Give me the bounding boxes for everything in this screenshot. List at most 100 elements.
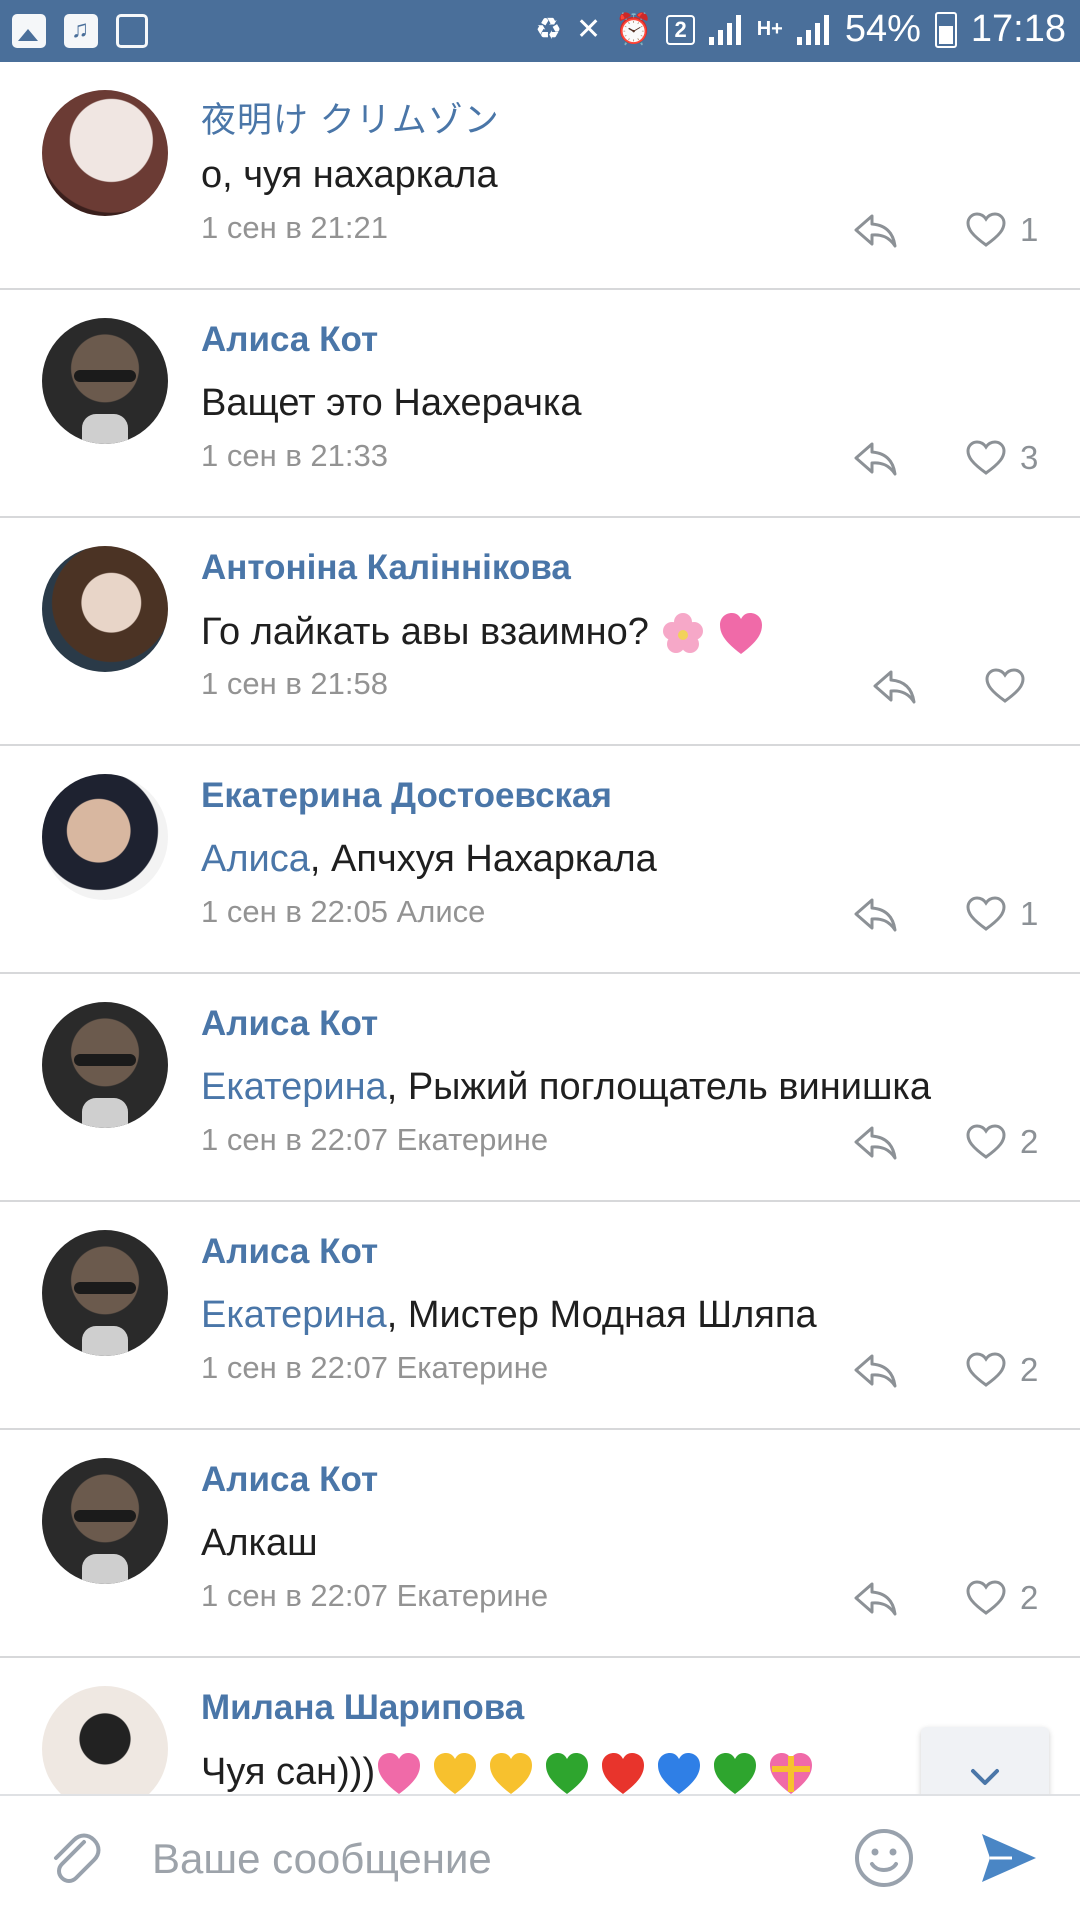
screen-record-icon — [116, 14, 148, 48]
comment-item: Екатерина Достоевская Алиса, Апчхуя Наха… — [0, 746, 1080, 974]
comment-text-body: , Мистер Модная Шляпа — [386, 1294, 817, 1336]
comment-item: Милана Шарипова Чуя сан))) — [0, 1658, 1080, 1794]
heart-icon — [966, 1580, 1006, 1615]
reply-icon[interactable] — [871, 666, 917, 706]
comment-item: Алиса Кот Екатерина, Мистер Модная Шляпа… — [0, 1202, 1080, 1430]
author-name[interactable]: Алиса Кот — [201, 1460, 378, 1500]
like-button[interactable]: 2 — [966, 1120, 1038, 1164]
clock: 17:18 — [970, 8, 1066, 50]
comment-date: 1 сен в 22:07 Екатерине — [201, 1350, 549, 1385]
avatar[interactable] — [42, 1230, 168, 1356]
avatar[interactable] — [42, 318, 168, 444]
comment-date: 1 сен в 21:33 — [201, 438, 388, 473]
comment-text: Екатерина, Мистер Модная Шляпа — [201, 1294, 817, 1337]
like-button[interactable] — [985, 664, 1039, 708]
like-button[interactable]: 1 — [966, 892, 1038, 936]
comment-text: Го лайкать авы взаимно? — [201, 610, 775, 658]
status-bar: ♻ ✕ ⏰ 2 H+ 54% 17:18 — [0, 0, 1080, 62]
reply-icon[interactable] — [852, 1122, 898, 1162]
heart-emoji — [378, 1753, 421, 1794]
heart-emoji — [546, 1753, 589, 1794]
comment-text-body: Го лайкать авы взаимно? — [201, 611, 649, 654]
music-icon — [64, 14, 98, 48]
gift-heart-emoji — [770, 1753, 813, 1794]
heart-icon — [985, 668, 1025, 703]
comment-text-body: Чуя сан))) — [201, 1751, 376, 1794]
comment-item: Алиса Кот Екатерина, Рыжий поглощатель в… — [0, 974, 1080, 1202]
blossom-emoji — [663, 613, 704, 653]
avatar[interactable] — [42, 546, 168, 672]
author-name[interactable]: Алиса Кот — [201, 320, 378, 360]
like-button[interactable]: 2 — [966, 1348, 1038, 1392]
avatar[interactable] — [42, 90, 168, 216]
comment-text: о, чуя нахаркала — [201, 154, 498, 196]
avatar[interactable] — [42, 1002, 168, 1128]
like-button[interactable]: 3 — [966, 436, 1038, 480]
reply-icon[interactable] — [852, 210, 898, 250]
battery-icon — [934, 11, 957, 48]
heart-emoji — [602, 1753, 645, 1794]
battery-percent: 54% — [844, 8, 921, 50]
comment-date: 1 сен в 22:07 Екатерине — [201, 1578, 549, 1613]
comment-text: Чуя сан))) — [201, 1750, 823, 1794]
comment-date: 1 сен в 22:07 Екатерине — [201, 1122, 549, 1157]
reply-icon[interactable] — [852, 1578, 898, 1618]
reply-icon[interactable] — [852, 1350, 898, 1390]
author-name[interactable]: Милана Шарипова — [201, 1688, 524, 1728]
reply-icon[interactable] — [852, 894, 898, 934]
author-name[interactable]: Алиса Кот — [201, 1004, 378, 1044]
comment-text: Ващет это Нахерачка — [201, 382, 582, 424]
alarm-icon: ⏰ — [615, 13, 653, 46]
scroll-down-button[interactable] — [921, 1727, 1049, 1794]
comment-item: 夜明け クリムゾン о, чуя нахаркала 1 сен в 21:21… — [0, 62, 1080, 290]
message-input[interactable] — [150, 1824, 834, 1894]
heart-icon — [966, 440, 1006, 475]
like-count: 1 — [1020, 895, 1039, 932]
heart-emoji — [490, 1753, 533, 1794]
comment-text: Екатерина, Рыжий поглощатель винишка — [201, 1066, 931, 1109]
like-count: 2 — [1020, 1351, 1039, 1388]
author-name[interactable]: 夜明け クリムゾン — [201, 92, 500, 143]
heart-emoji — [658, 1753, 701, 1794]
mention-link[interactable]: Алиса — [201, 838, 310, 880]
avatar[interactable] — [42, 774, 168, 900]
sim-indicator: 2 — [666, 14, 695, 45]
message-composer — [0, 1794, 1080, 1922]
smile-icon[interactable] — [852, 1826, 916, 1890]
heart-icon — [966, 1124, 1006, 1159]
comment-text: Алиса, Апчхуя Нахаркала — [201, 838, 657, 881]
heart-emoji — [434, 1753, 477, 1794]
comment-date: 1 сен в 21:58 — [201, 666, 388, 701]
paperclip-icon[interactable] — [44, 1828, 104, 1888]
send-icon[interactable] — [976, 1826, 1040, 1890]
image-icon — [12, 14, 46, 48]
comment-item: Алиса Кот Алкаш 1 сен в 22:07 Екатерине … — [0, 1430, 1080, 1658]
signal-icon — [708, 14, 743, 45]
like-count: 1 — [1020, 211, 1039, 248]
like-button[interactable]: 2 — [966, 1576, 1038, 1620]
like-count: 2 — [1020, 1579, 1039, 1616]
signal-icon — [796, 14, 831, 45]
like-button[interactable]: 1 — [966, 208, 1038, 252]
comment-text-body: , Апчхуя Нахаркала — [309, 838, 657, 880]
comments-list[interactable]: 夜明け クリムゾン о, чуя нахаркала 1 сен в 21:21… — [0, 62, 1080, 1794]
like-count: 3 — [1020, 439, 1039, 476]
comment-date: 1 сен в 22:05 Алисе — [201, 894, 486, 929]
mute-icon: ✕ — [575, 13, 602, 46]
author-name[interactable]: Екатерина Достоевская — [201, 776, 612, 816]
author-name[interactable]: Антоніна Каліннікова — [201, 548, 571, 588]
heart-icon — [966, 896, 1006, 931]
heart-icon — [966, 1352, 1006, 1387]
comment-text: Алкаш — [201, 1522, 318, 1564]
author-name[interactable]: Алиса Кот — [201, 1232, 378, 1272]
heart-emoji — [714, 1753, 757, 1794]
comment-text-body: , Рыжий поглощатель винишка — [386, 1066, 932, 1108]
mention-link[interactable]: Екатерина — [201, 1066, 387, 1108]
avatar[interactable] — [42, 1686, 168, 1794]
mention-link[interactable]: Екатерина — [201, 1294, 387, 1336]
heart-icon — [966, 212, 1006, 247]
sparkling-heart-emoji — [720, 613, 763, 654]
avatar[interactable] — [42, 1458, 168, 1584]
chevron-down-icon — [971, 1769, 999, 1785]
reply-icon[interactable] — [852, 438, 898, 478]
